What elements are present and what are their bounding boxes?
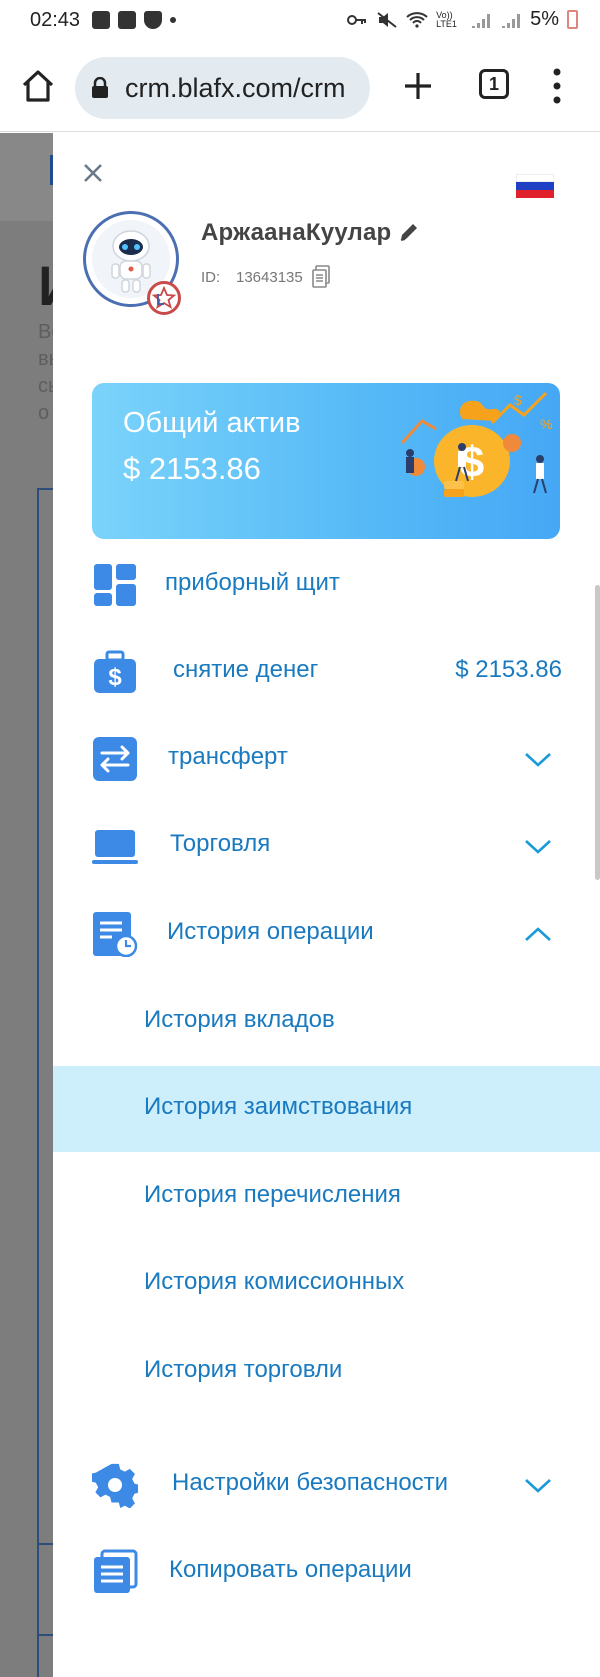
nav-history[interactable]: История операции bbox=[53, 891, 600, 977]
chevron-down-icon[interactable] bbox=[523, 835, 553, 857]
nav-dashboard-label: приборный щит bbox=[165, 569, 340, 596]
volte-icon: Vo)) LTE1 bbox=[436, 9, 457, 29]
money-bag-icon: $ bbox=[94, 650, 136, 693]
shield-icon bbox=[144, 11, 162, 29]
sub-history-borrowing-label: История заимствования bbox=[144, 1093, 413, 1120]
notification-icons bbox=[92, 11, 176, 29]
status-bar: 02:43 Vo)) LTE1 5% bbox=[0, 0, 600, 44]
svg-text:%: % bbox=[540, 416, 552, 432]
nav-security-settings[interactable]: Настройки безопасности bbox=[53, 1442, 600, 1528]
image-icon bbox=[92, 11, 110, 29]
sub-history-deposits-label: История вкладов bbox=[144, 1006, 335, 1033]
mute-icon bbox=[377, 11, 397, 28]
pencil-edit-icon[interactable] bbox=[398, 221, 420, 243]
nav-withdraw[interactable]: $ снятие денег $ 2153.86 bbox=[53, 629, 600, 715]
sub-history-transfers[interactable]: История перечисления bbox=[53, 1154, 600, 1240]
laptop-icon bbox=[92, 830, 138, 864]
nav-copy-trading-label: Копировать операции bbox=[169, 1556, 412, 1583]
dashboard-icon bbox=[94, 564, 136, 606]
nav-transfer-label: трансферт bbox=[168, 743, 288, 770]
svg-text:$: $ bbox=[514, 392, 522, 408]
side-drawer: АржаанаКуулар ID: 13643135 Общий актив $… bbox=[53, 133, 600, 1677]
sub-history-borrowing[interactable]: История заимствования bbox=[53, 1066, 600, 1152]
battery-level: 5% bbox=[530, 8, 559, 30]
russian-flag-icon[interactable] bbox=[516, 174, 554, 198]
background-text-4: о bbox=[38, 402, 50, 424]
home-icon[interactable] bbox=[20, 68, 56, 104]
history-icon bbox=[93, 912, 138, 957]
battery-icon bbox=[567, 10, 578, 29]
nav-security-settings-label: Настройки безопасности bbox=[172, 1469, 449, 1496]
total-asset-value: $ 2153.86 bbox=[123, 451, 261, 486]
nav-history-label: История операции bbox=[167, 918, 374, 945]
nav-withdraw-label: снятие денег bbox=[173, 656, 319, 683]
url-text[interactable]: crm.blafx.com/crm bbox=[125, 73, 361, 104]
total-asset-title: Общий актив bbox=[123, 407, 301, 439]
chevron-down-icon[interactable] bbox=[523, 748, 553, 770]
new-tab-plus-icon[interactable] bbox=[400, 68, 436, 104]
transfer-icon bbox=[93, 737, 137, 781]
sub-history-deposits[interactable]: История вкладов bbox=[53, 979, 600, 1065]
nav-copy-trading[interactable]: Копировать операции bbox=[53, 1529, 600, 1615]
status-time: 02:43 bbox=[30, 9, 81, 31]
signal-icon bbox=[502, 13, 521, 28]
close-icon[interactable] bbox=[81, 161, 105, 185]
chevron-up-icon[interactable] bbox=[523, 923, 553, 945]
more-vert-icon[interactable] bbox=[552, 66, 562, 106]
browser-toolbar: crm.blafx.com/crm 1 bbox=[0, 44, 600, 132]
lock-icon bbox=[92, 77, 108, 98]
level-badge-icon bbox=[147, 281, 181, 315]
total-asset-card: Общий актив $ 2153.86 $ $ % bbox=[92, 383, 560, 539]
nav-trading[interactable]: Торговля bbox=[53, 803, 600, 889]
nav-withdraw-amount: $ 2153.86 bbox=[455, 656, 562, 683]
svg-text:$: $ bbox=[108, 664, 122, 691]
nav-dashboard[interactable]: приборный щит bbox=[53, 542, 600, 628]
dot-icon bbox=[170, 17, 176, 23]
sub-history-transfers-label: История перечисления bbox=[144, 1181, 401, 1208]
address-bar[interactable]: crm.blafx.com/crm bbox=[75, 57, 370, 119]
copy-docs-icon bbox=[94, 1549, 138, 1593]
money-bag-illustration-icon: $ $ % bbox=[400, 391, 552, 497]
system-icons: Vo)) LTE1 5% bbox=[346, 8, 578, 31]
wifi-icon bbox=[406, 11, 428, 28]
nav-transfer[interactable]: трансферт bbox=[53, 716, 600, 802]
nav-trading-label: Торговля bbox=[170, 830, 271, 857]
alert-icon bbox=[118, 11, 136, 29]
sub-history-trading[interactable]: История торговли bbox=[53, 1329, 600, 1415]
tabs-count-button[interactable]: 1 bbox=[479, 69, 509, 99]
gear-icon bbox=[92, 1463, 138, 1508]
copy-icon[interactable] bbox=[311, 265, 331, 289]
chevron-down-icon[interactable] bbox=[523, 1474, 553, 1496]
sub-history-trading-label: История торговли bbox=[144, 1356, 343, 1383]
signal-icon bbox=[472, 13, 491, 28]
user-id-label: ID: bbox=[201, 269, 221, 286]
user-id-value: 13643135 bbox=[236, 269, 303, 286]
sub-history-commissions-label: История комиссионных bbox=[144, 1268, 405, 1295]
key-icon bbox=[347, 14, 367, 25]
sub-history-commissions[interactable]: История комиссионных bbox=[53, 1241, 600, 1327]
username: АржаанаКуулар bbox=[201, 219, 392, 246]
